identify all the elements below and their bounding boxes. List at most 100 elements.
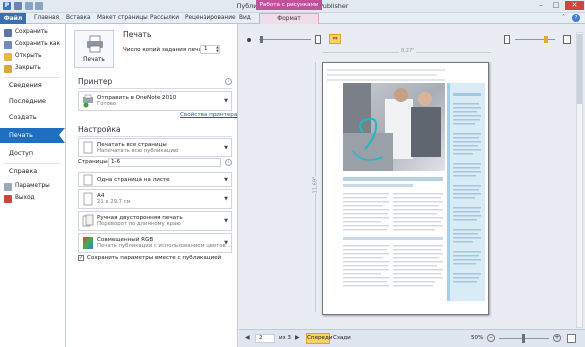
open-folder-icon	[4, 52, 12, 61]
sidebar-create[interactable]: Создать	[0, 111, 65, 124]
pages-label: Страницы:	[78, 159, 110, 165]
printer-dropdown[interactable]: Отправить в OneNote 2010 Готово ▼	[78, 91, 232, 111]
minimize-button[interactable]: –	[534, 1, 548, 10]
copies-spinner[interactable]: ▲ ▼	[215, 45, 220, 54]
copies-label: Число копий задания печати:	[123, 47, 211, 53]
sidebar-close[interactable]: Закрыть	[4, 63, 41, 74]
close-button[interactable]: ✕	[565, 1, 584, 10]
save-icon	[4, 28, 12, 37]
fit-to-window-icon[interactable]	[567, 334, 576, 343]
info-icon[interactable]: i	[225, 159, 232, 166]
slider-thumb[interactable]	[260, 36, 263, 43]
sidebar-save-as[interactable]: Сохранить как	[4, 39, 60, 50]
save-settings-checkbox-row[interactable]: ✓ Сохранить параметры вместе с публикаци…	[78, 255, 221, 261]
close-folder-icon	[4, 64, 12, 73]
prev-page-icon[interactable]: ◀	[245, 334, 250, 341]
page-view-icon[interactable]	[315, 35, 321, 44]
width-label: 8,27"	[399, 48, 417, 54]
dropdown-arrow-icon: ▼	[224, 218, 228, 224]
pages-per-sheet-dropdown[interactable]: Одна страница на листе ▼	[78, 172, 232, 187]
zoom-track	[515, 39, 555, 40]
exit-icon	[4, 194, 12, 203]
page-number-input[interactable]: 2	[255, 334, 275, 343]
duplex-icon	[82, 214, 94, 227]
save-settings-checkbox[interactable]: ✓	[78, 255, 84, 261]
dropdown-arrow-icon: ▼	[224, 196, 228, 202]
page-icon[interactable]	[563, 35, 571, 44]
pages-input[interactable]: 1-6	[108, 158, 221, 167]
title-bar: P Публикация3 - Microsoft Publisher Рабо…	[0, 0, 585, 13]
printer-icon	[87, 35, 103, 53]
sidebar-exit[interactable]: Выход	[4, 193, 35, 204]
zoom-thumb[interactable]	[544, 36, 548, 43]
zoom-in-button[interactable]: +	[553, 334, 561, 342]
printer-header: Принтер	[78, 77, 113, 86]
settings-header: Настройка	[78, 125, 121, 134]
one-page-icon	[83, 174, 93, 185]
info-icon[interactable]: i	[225, 78, 232, 85]
page-count: из 3	[279, 335, 291, 341]
print-header: Печать	[123, 30, 152, 39]
zoom-level: 50%	[471, 335, 484, 341]
context-tab-picture-tools: Работа с рисунками	[256, 0, 322, 10]
tab-page-layout[interactable]: Макет страницы	[97, 13, 148, 24]
print-button[interactable]: Печать	[74, 30, 114, 68]
printer-ready-icon	[83, 94, 93, 108]
next-page-icon[interactable]: ▶	[295, 334, 300, 341]
slider-track	[259, 39, 311, 40]
tab-view[interactable]: Вид	[239, 13, 251, 24]
options-icon	[4, 182, 12, 191]
scrollbar-thumb[interactable]	[577, 34, 582, 104]
divider	[78, 88, 232, 89]
selected-arrow	[59, 128, 65, 143]
tab-review[interactable]: Рецензирование	[185, 13, 236, 24]
sidebar-recent[interactable]: Последние	[0, 95, 65, 108]
paper-icon	[83, 192, 93, 206]
page-preview	[322, 62, 489, 315]
printer-status: Готово	[97, 101, 117, 107]
height-label: 11,69"	[312, 176, 319, 194]
print-settings-panel: Печать Печать Число копий задания печати…	[66, 24, 238, 347]
help-icon[interactable]: ?	[572, 14, 580, 22]
dropdown-arrow-icon: ▼	[224, 176, 228, 183]
page-content-graphic	[327, 69, 485, 301]
sidebar-help[interactable]: Справка	[0, 165, 65, 178]
dropdown-arrow-icon: ▼	[224, 98, 228, 104]
tab-home[interactable]: Главная	[34, 13, 59, 24]
printer-properties-link[interactable]: Свойства принтера	[180, 112, 237, 118]
sidebar-save[interactable]: Сохранить	[4, 27, 48, 38]
sidebar-options[interactable]: Параметры	[4, 181, 50, 192]
back-side-button[interactable]: Сзади	[333, 335, 351, 341]
sidebar-divider	[4, 163, 60, 164]
transparent-view-icon[interactable]	[504, 35, 510, 44]
pages-icon	[83, 141, 93, 153]
tab-mailings[interactable]: Рассылки	[150, 13, 179, 24]
sidebar-open[interactable]: Открыть	[4, 51, 42, 62]
tab-insert[interactable]: Вставка	[66, 13, 91, 24]
dropdown-arrow-icon: ▼	[224, 240, 228, 246]
color-dropdown[interactable]: Совмещенный RGB Печать публикации с испо…	[78, 233, 232, 253]
dropdown-arrow-icon: ▼	[224, 144, 228, 151]
sidebar-share[interactable]: Доступ	[0, 147, 65, 160]
backstage-sidebar: Сохранить Сохранить как Открыть Закрыть …	[0, 24, 66, 347]
divider	[78, 136, 232, 137]
front-side-button[interactable]: Спереди	[306, 333, 333, 344]
fit-page-icon[interactable]: ⇔	[329, 34, 341, 44]
rgb-color-icon	[83, 237, 93, 249]
maximize-button[interactable]: □	[549, 1, 563, 10]
duplex-dropdown[interactable]: Ручная двусторонняя печать Переворот по …	[78, 211, 232, 231]
zoom-slider-thumb[interactable]	[522, 334, 525, 343]
paper-size-dropdown[interactable]: А4 21 x 29,7 см ▼	[78, 189, 232, 209]
tab-file[interactable]: Файл	[0, 13, 26, 24]
sidebar-info[interactable]: Сведения	[0, 79, 65, 92]
multi-page-icon[interactable]	[247, 38, 251, 42]
save-as-icon	[4, 40, 12, 49]
tab-format[interactable]: Формат	[259, 13, 319, 24]
sidebar-divider	[4, 77, 60, 78]
print-range-dropdown[interactable]: Печатать все страницы Напечатать всю пуб…	[78, 138, 232, 157]
ribbon-tabs: Файл Главная Вставка Макет страницы Расс…	[0, 13, 585, 24]
zoom-out-button[interactable]: –	[487, 334, 495, 342]
status-bar: ◀ 2 из 3 ▶ Спереди Сзади 50% – +	[239, 329, 585, 347]
ribbon-minimize-icon[interactable]: ˄	[562, 15, 568, 21]
sidebar-print[interactable]: Печать	[0, 128, 65, 143]
